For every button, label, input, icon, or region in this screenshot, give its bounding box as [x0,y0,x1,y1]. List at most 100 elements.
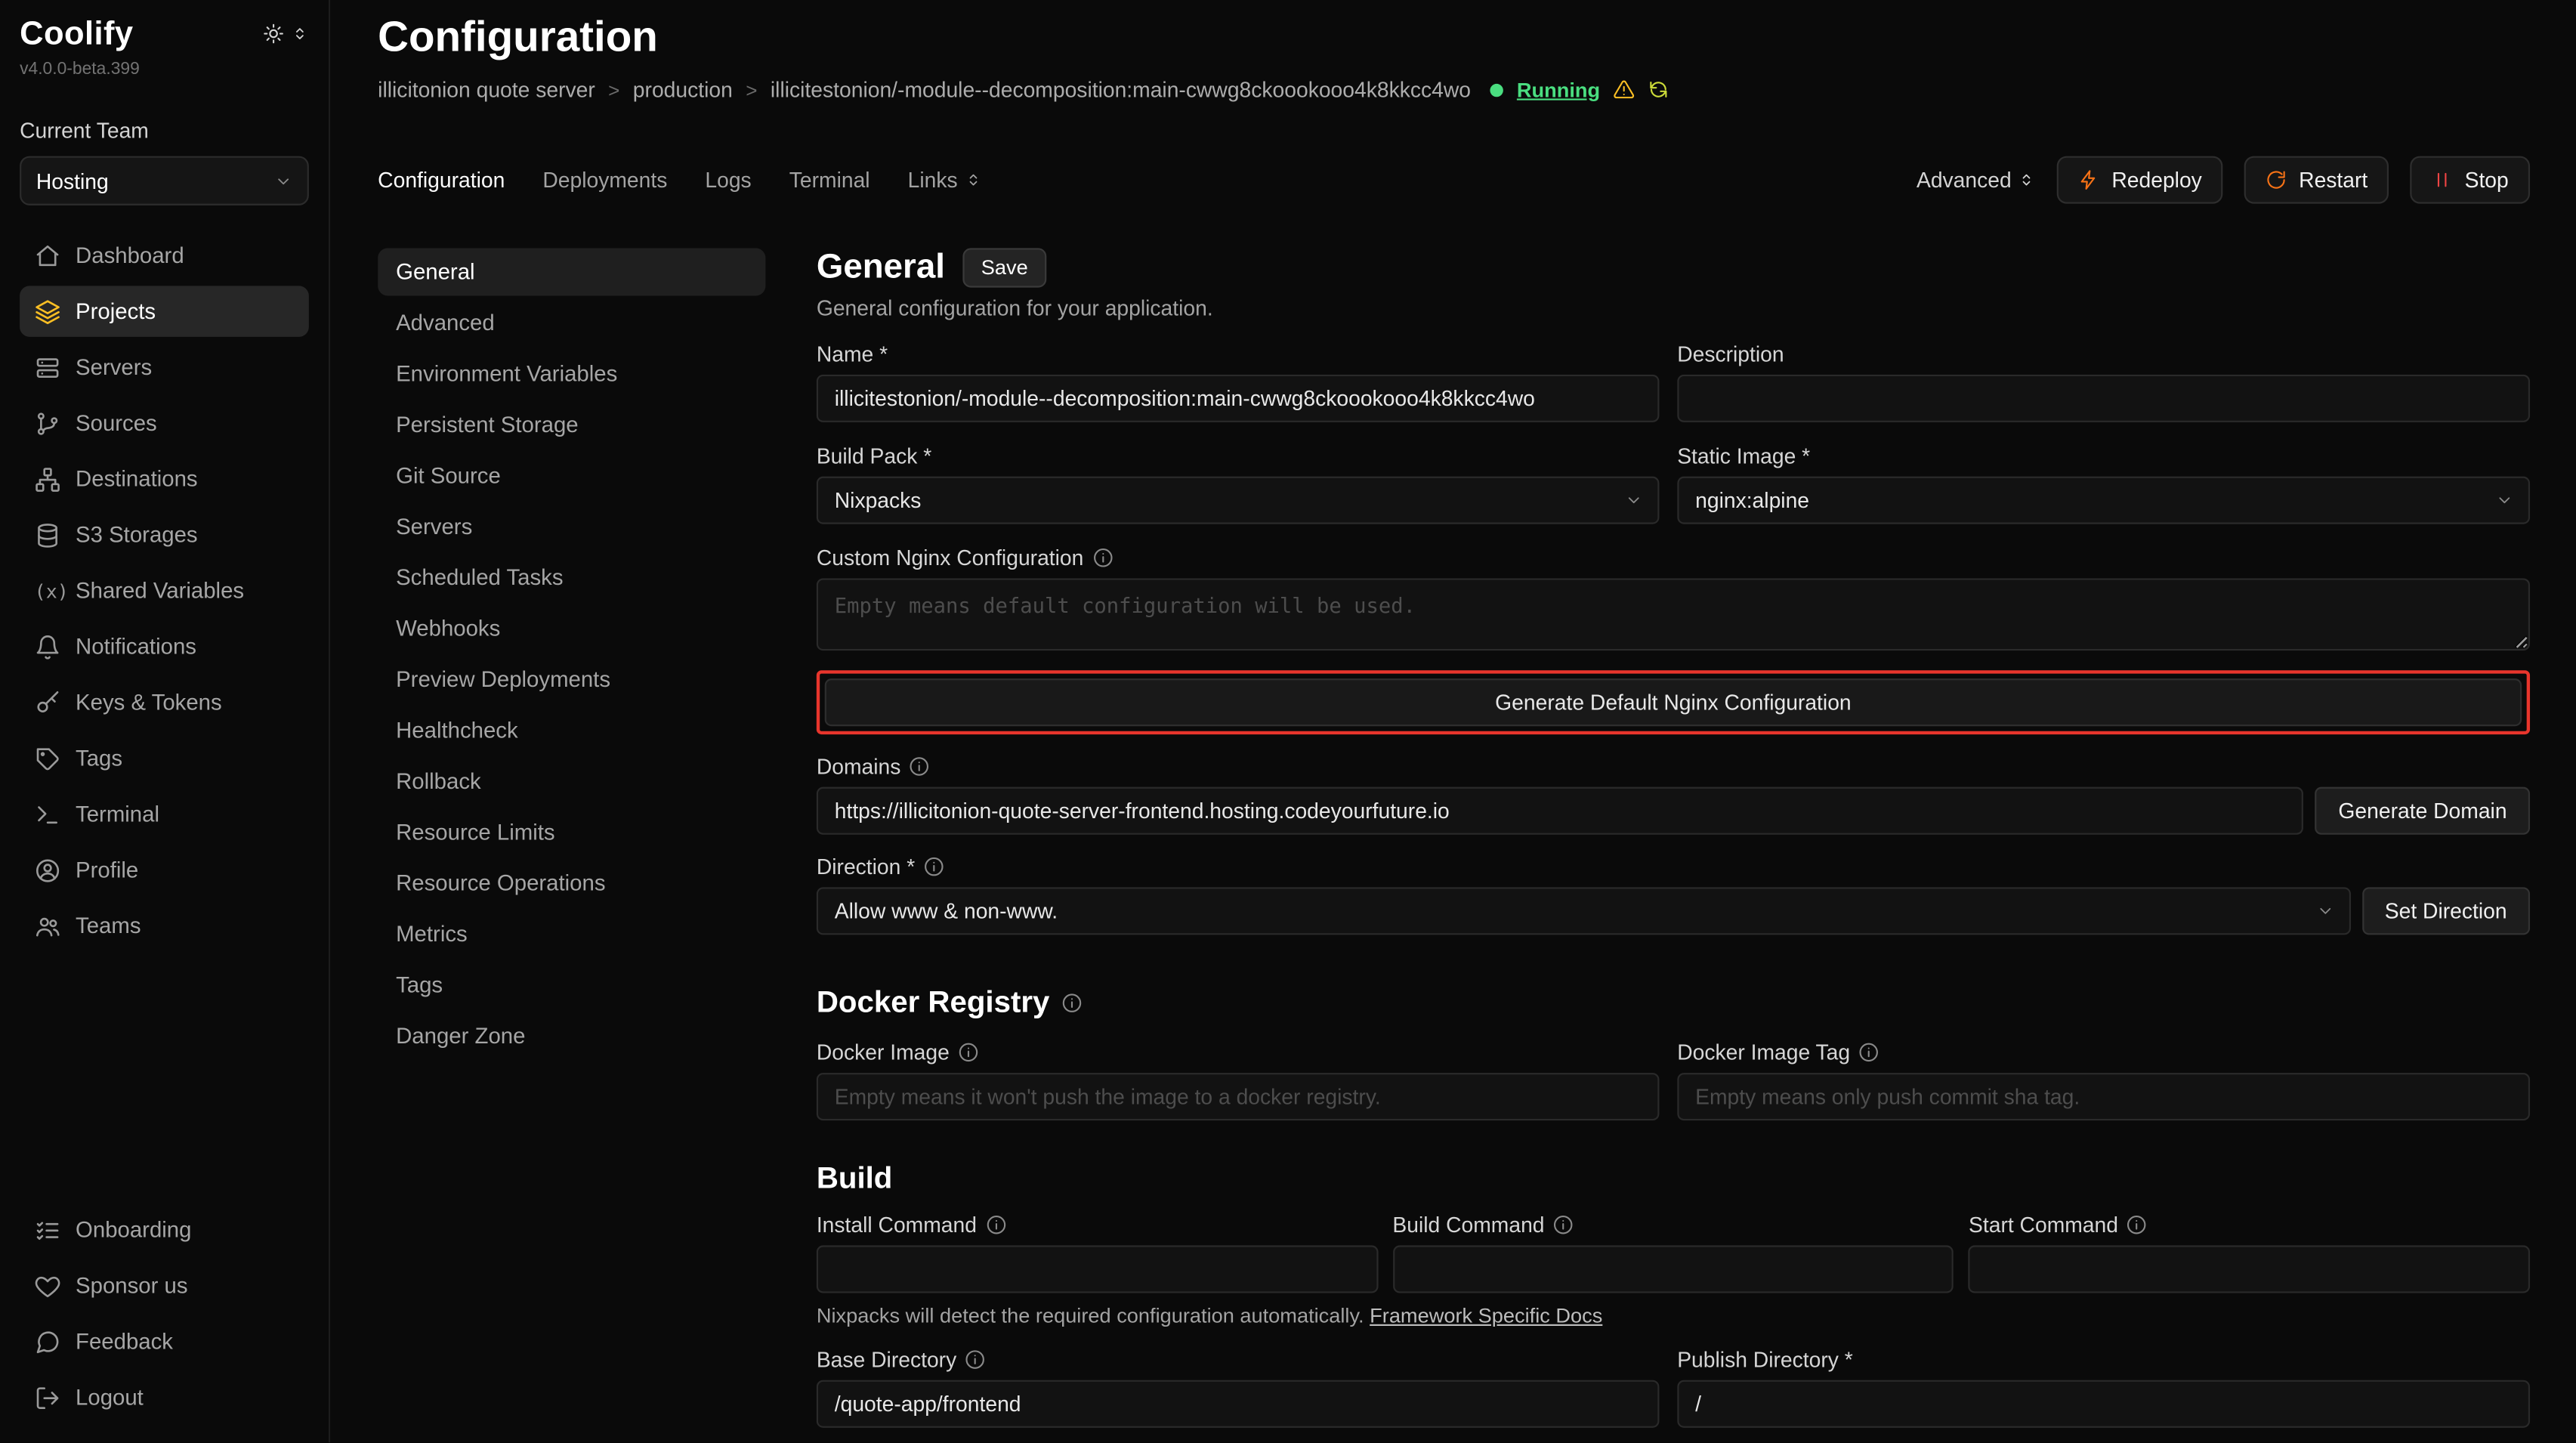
subnav-item-danger-zone[interactable]: Danger Zone [378,1012,765,1060]
subnav-item-advanced[interactable]: Advanced [378,299,765,347]
info-icon[interactable] [985,1214,1006,1235]
direction-value: Allow www & non-www. [835,899,1058,924]
breadcrumb-separator: > [746,78,757,100]
info-icon[interactable] [2127,1214,2148,1235]
server-icon [35,354,61,381]
set-direction-button[interactable]: Set Direction [2361,887,2530,935]
sidebar-item-sponsor[interactable]: Sponsor us [20,1260,309,1311]
sidebar-item-onboarding[interactable]: Onboarding [20,1204,309,1255]
redeploy-button[interactable]: Redeploy [2058,156,2224,204]
docker-image-input[interactable] [817,1073,1659,1120]
start-command-label: Start Command [1969,1213,2118,1238]
tab-label: Deployments [542,168,667,193]
direction-select[interactable]: Allow www & non-www. [817,887,2350,935]
info-icon[interactable] [965,1349,986,1370]
subnav-item-git-source[interactable]: Git Source [378,452,765,499]
theme-updown-icon[interactable] [291,25,309,43]
advanced-dropdown[interactable]: Advanced [1917,168,2036,193]
subnav-item-webhooks[interactable]: Webhooks [378,604,765,652]
sidebar-item-profile[interactable]: Profile [20,845,309,895]
database-icon [35,521,61,548]
description-input[interactable] [1677,375,2530,422]
tab-logs[interactable]: Logs [705,168,751,193]
sidebar-item-sources[interactable]: Sources [20,397,309,448]
info-icon[interactable] [909,755,930,777]
subnav-item-environment-variables[interactable]: Environment Variables [378,350,765,397]
team-select[interactable]: Hosting [20,156,309,205]
generate-nginx-config-button[interactable]: Generate Default Nginx Configuration [825,678,2522,726]
tab-terminal[interactable]: Terminal [789,168,870,193]
restart-arrow-icon [2266,169,2287,190]
generate-domain-button[interactable]: Generate Domain [2315,787,2530,835]
info-icon[interactable] [1552,1214,1574,1235]
breadcrumb-application[interactable]: illicitestonion/-module--decomposition:m… [771,77,1471,102]
refresh-status-icon[interactable] [1648,79,1669,100]
sidebar-item-teams[interactable]: Teams [20,901,309,951]
variable-x-icon: (x) [35,579,61,602]
save-button[interactable]: Save [963,248,1046,287]
subnav-item-scheduled-tasks[interactable]: Scheduled Tasks [378,554,765,601]
info-icon[interactable] [958,1042,979,1063]
info-icon[interactable] [1061,991,1083,1012]
tab-label: Configuration [378,168,505,193]
breadcrumb-project[interactable]: illicitonion quote server [378,77,595,102]
sidebar-item-s3-storages[interactable]: S3 Storages [20,509,309,560]
domains-input[interactable] [817,787,2304,835]
subnav-item-persistent-storage[interactable]: Persistent Storage [378,401,765,449]
sidebar-item-dashboard[interactable]: Dashboard [20,230,309,280]
sidebar-item-label: Dashboard [76,243,184,268]
subnav-item-resource-operations[interactable]: Resource Operations [378,859,765,907]
subnav-item-healthcheck[interactable]: Healthcheck [378,706,765,754]
base-directory-input[interactable] [817,1380,1659,1428]
tab-links[interactable]: Links [908,168,983,193]
subnav-item-resource-limits[interactable]: Resource Limits [378,808,765,856]
restart-button[interactable]: Restart [2244,156,2389,204]
sidebar-item-feedback[interactable]: Feedback [20,1316,309,1367]
key-icon [35,689,61,715]
sidebar-item-label: Feedback [76,1329,173,1354]
team-select-value: Hosting [36,168,109,193]
stop-button[interactable]: Stop [2411,156,2530,204]
subnav-item-metrics[interactable]: Metrics [378,910,765,958]
breadcrumb-environment[interactable]: production [633,77,733,102]
install-command-input[interactable] [817,1245,1378,1293]
build-pack-select[interactable]: Nixpacks [817,477,1659,524]
sidebar-item-logout[interactable]: Logout [20,1372,309,1423]
info-icon[interactable] [1858,1042,1879,1063]
publish-directory-input[interactable] [1677,1380,2530,1428]
start-command-input[interactable] [1969,1245,2530,1293]
build-heading: Build [817,1160,893,1196]
subnav-item-tags[interactable]: Tags [378,961,765,1009]
sidebar-item-destinations[interactable]: Destinations [20,453,309,504]
heart-icon [35,1272,61,1299]
subnav-item-servers[interactable]: Servers [378,502,765,550]
tab-configuration[interactable]: Configuration [378,168,505,193]
sidebar-item-servers[interactable]: Servers [20,341,309,392]
info-icon[interactable] [923,856,944,877]
subnav-item-preview-deployments[interactable]: Preview Deployments [378,656,765,703]
sidebar-item-notifications[interactable]: Notifications [20,621,309,672]
subnav-item-rollback[interactable]: Rollback [378,758,765,805]
status-running-link[interactable]: Running [1517,78,1600,100]
info-icon[interactable] [1092,547,1113,568]
docker-image-tag-input[interactable] [1677,1073,2530,1120]
framework-docs-link[interactable]: Framework Specific Docs [1370,1305,1602,1327]
sidebar-item-terminal[interactable]: Terminal [20,789,309,839]
tag-icon [35,745,61,771]
sidebar-item-shared-variables[interactable]: (x) Shared Variables [20,565,309,616]
nginx-config-textarea[interactable] [817,578,2530,650]
sidebar-item-projects[interactable]: Projects [20,286,309,336]
warning-icon[interactable] [1614,79,1635,100]
chevron-down-icon [274,171,292,190]
general-subtitle: General configuration for your applicati… [817,295,2530,320]
static-image-select[interactable]: nginx:alpine [1677,477,2530,524]
sidebar-item-tags[interactable]: Tags [20,733,309,783]
sidebar-item-label: S3 Storages [76,523,198,548]
tab-deployments[interactable]: Deployments [542,168,667,193]
name-input[interactable] [817,375,1659,422]
nginx-config-label: Custom Nginx Configuration [817,545,1084,570]
build-command-input[interactable] [1392,1245,1954,1293]
subnav-item-general[interactable]: General [378,248,765,295]
theme-sun-icon[interactable] [263,23,284,44]
sidebar-item-keys-tokens[interactable]: Keys & Tokens [20,677,309,728]
